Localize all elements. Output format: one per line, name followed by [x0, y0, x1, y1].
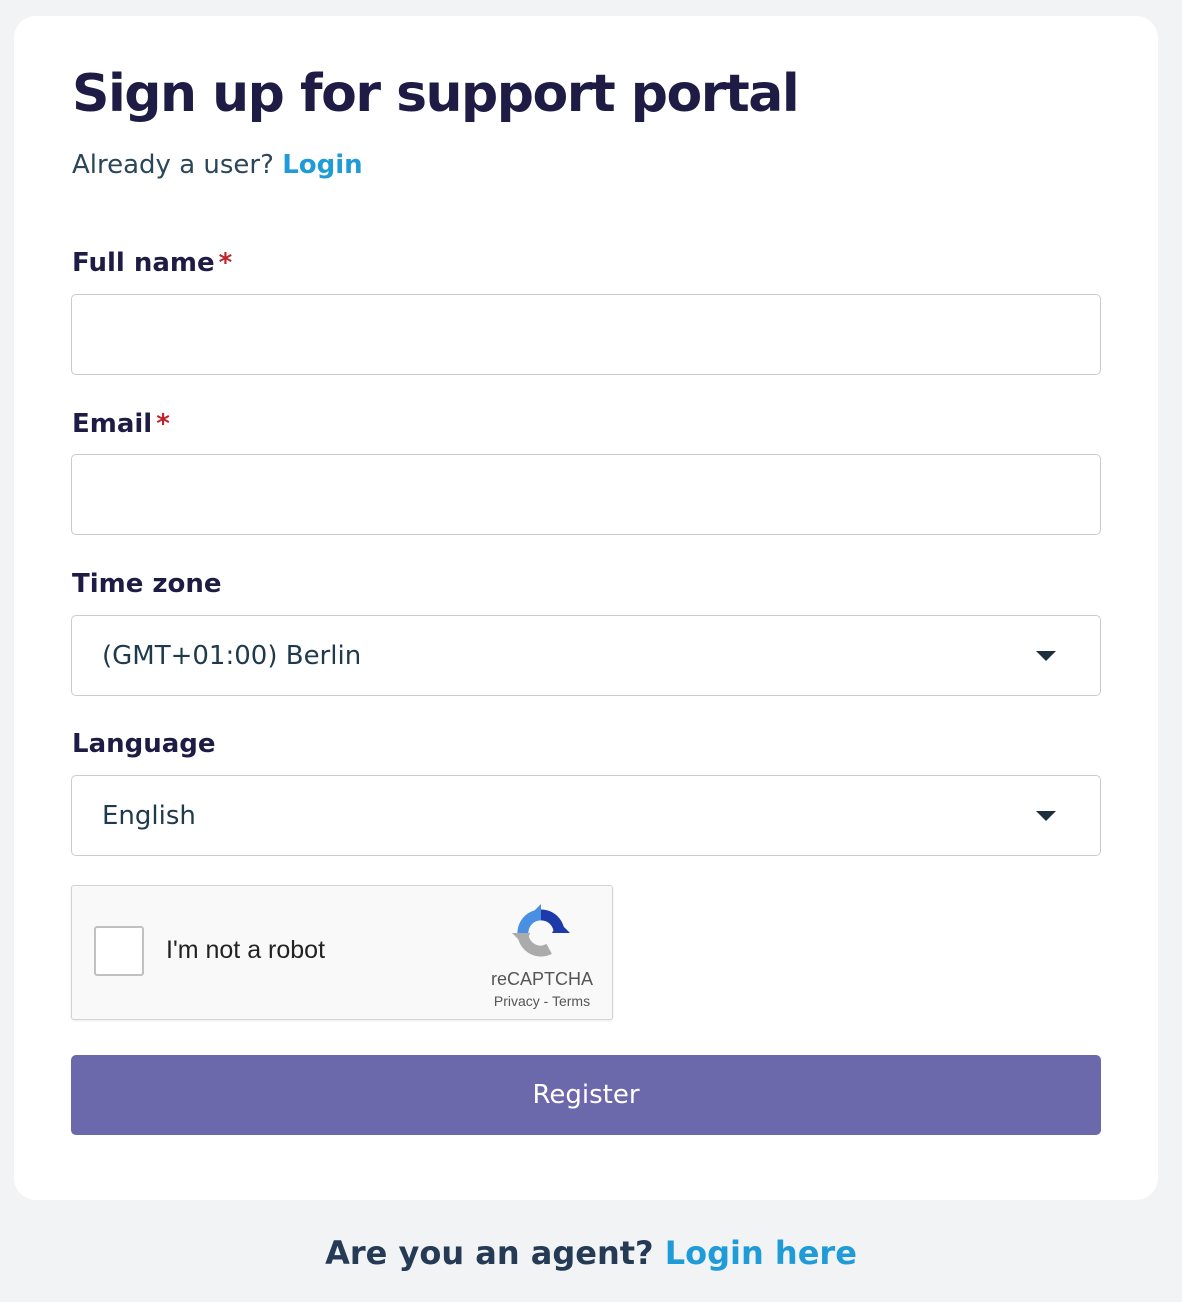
already-user-text: Already a user?: [72, 150, 274, 180]
email-label-text: Email: [72, 409, 153, 439]
recaptcha-privacy-link[interactable]: Privacy: [494, 993, 540, 1009]
recaptcha-label: I'm not a robot: [166, 936, 326, 964]
time-zone-select[interactable]: (GMT+01:00) Berlin: [71, 615, 1101, 696]
agent-login-link[interactable]: Login here: [665, 1234, 857, 1272]
recaptcha-terms-link[interactable]: Terms: [552, 993, 590, 1009]
agent-question: Are you an agent?: [325, 1234, 654, 1272]
full-name-label: Full name *: [72, 248, 232, 278]
time-zone-label: Time zone: [72, 569, 222, 599]
login-link[interactable]: Login: [282, 150, 362, 180]
required-asterisk: *: [156, 409, 170, 439]
language-select[interactable]: English: [71, 775, 1101, 856]
email-label: Email *: [72, 409, 170, 439]
chevron-down-icon: [1036, 651, 1056, 661]
recaptcha-brand: reCAPTCHA: [490, 969, 593, 989]
email-field: [71, 454, 1101, 535]
full-name-label-text: Full name: [72, 248, 215, 278]
signup-card: Sign up for support portal Already a use…: [14, 16, 1158, 1200]
register-button[interactable]: Register: [71, 1055, 1101, 1135]
language-label: Language: [72, 729, 216, 759]
time-zone-value: (GMT+01:00) Berlin: [102, 640, 362, 671]
recaptcha-checkbox[interactable]: [94, 926, 144, 976]
recaptcha-logo-icon: [512, 904, 570, 957]
full-name-field: [71, 294, 1101, 375]
recaptcha-separator: -: [543, 993, 549, 1009]
already-user-line: Already a user? Login: [72, 150, 363, 180]
full-name-input[interactable]: [72, 295, 1100, 374]
recaptcha-links: Privacy - Terms: [456, 993, 628, 1009]
email-input[interactable]: [72, 455, 1100, 534]
chevron-down-icon: [1036, 811, 1056, 821]
required-asterisk: *: [218, 248, 233, 278]
page-title: Sign up for support portal: [72, 64, 800, 124]
language-value: English: [102, 800, 196, 831]
agent-login-footer: Are you an agent? Login here: [0, 1234, 1182, 1272]
recaptcha-widget: I'm not a robot reCAPTCHA Privacy - Term…: [71, 885, 613, 1020]
